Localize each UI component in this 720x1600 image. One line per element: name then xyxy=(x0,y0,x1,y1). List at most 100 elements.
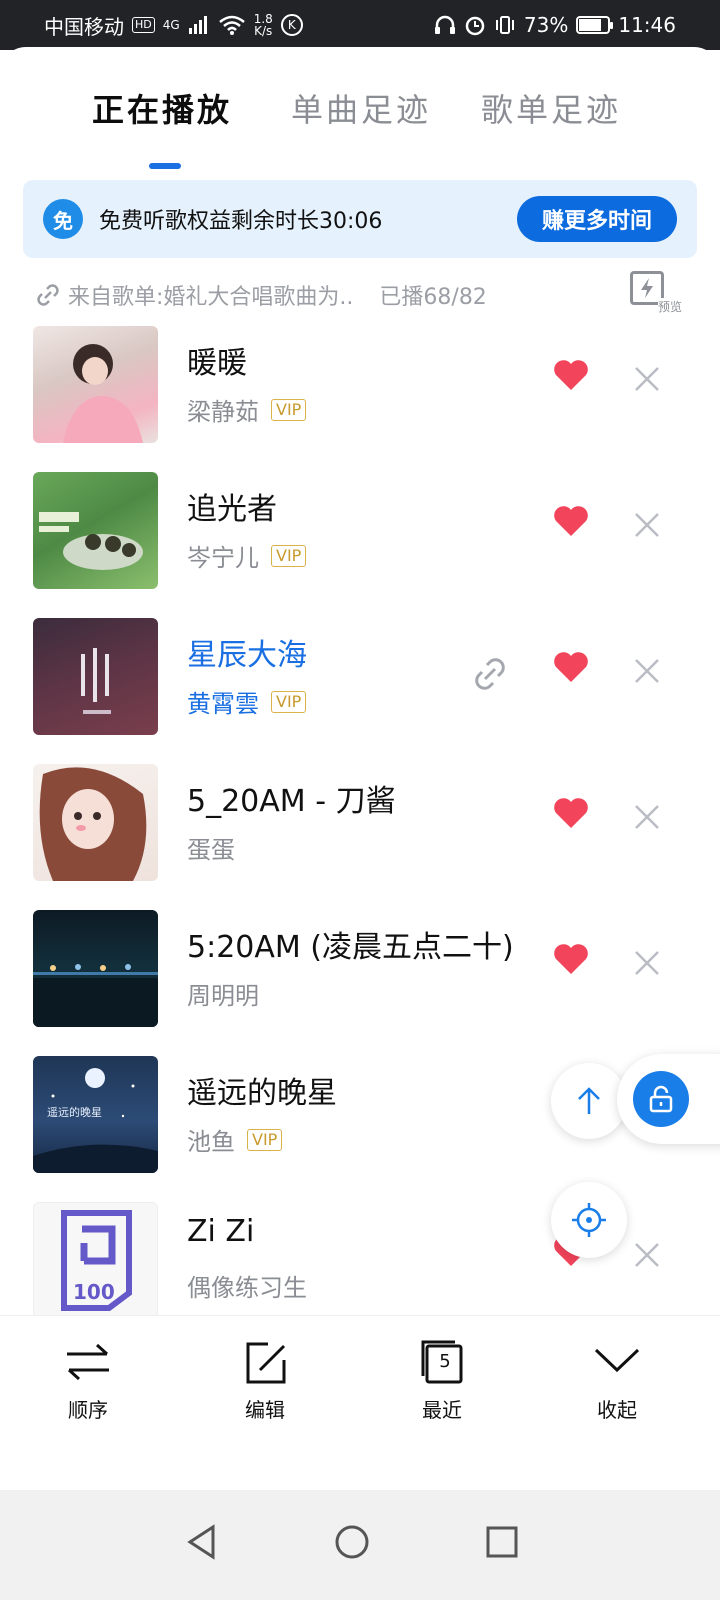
link-icon[interactable] xyxy=(470,654,510,694)
status-bar: 中国移动 HD 4G 1.8 K/s K 73% 11:46 xyxy=(0,0,720,50)
heart-icon[interactable] xyxy=(552,796,590,830)
song-title: 追光者 xyxy=(187,492,277,527)
tab-bar: 正在播放 单曲足迹 歌单足迹 xyxy=(0,85,720,169)
bottom-action-bar: 顺序 编辑 5 最近 收起 xyxy=(0,1315,720,1490)
unlock-icon xyxy=(649,1085,673,1113)
play-order-button[interactable]: 顺序 xyxy=(43,1340,133,1423)
hd-badge: HD xyxy=(132,17,155,33)
remove-icon[interactable] xyxy=(632,802,662,832)
signal-icon xyxy=(188,16,207,34)
tab-playlist-history[interactable]: 歌单足迹 xyxy=(481,85,621,131)
scroll-to-top-button[interactable] xyxy=(551,1063,627,1139)
song-artist: 偶像练习生 xyxy=(187,1268,307,1303)
playlist-source-row[interactable]: 来自歌单:婚礼大合唱歌曲为.. 已播68/82 预览 xyxy=(34,271,694,315)
artist-name: 偶像练习生 xyxy=(187,1274,307,1302)
headphones-icon xyxy=(434,15,455,34)
tab-song-history[interactable]: 单曲足迹 xyxy=(291,85,431,131)
song-artist: 岑宁儿 VIP xyxy=(187,538,307,573)
album-cover xyxy=(33,326,158,443)
song-artist: 池鱼 VIP xyxy=(187,1122,283,1157)
song-row[interactable]: 暖暖 梁静茹 VIP xyxy=(0,324,720,470)
song-title: Zi Zi xyxy=(187,1214,255,1249)
song-artist: 蛋蛋 xyxy=(187,830,235,865)
battery-icon xyxy=(576,16,614,34)
song-artist: 周明明 xyxy=(187,976,259,1011)
k-icon: K xyxy=(280,14,303,36)
nav-back-button[interactable] xyxy=(172,1512,232,1572)
album-cover xyxy=(33,910,158,1027)
edit-button[interactable]: 编辑 xyxy=(220,1340,310,1423)
artist-name: 周明明 xyxy=(187,982,259,1010)
lock-button[interactable] xyxy=(633,1071,689,1127)
alarm-icon xyxy=(465,16,485,36)
vibrate-icon xyxy=(495,16,514,34)
cover-script-text: 遥远的晚星 xyxy=(47,1105,102,1119)
album-cover xyxy=(33,472,158,589)
artist-name: 岑宁儿 xyxy=(187,544,259,572)
play-order-label: 顺序 xyxy=(68,1398,108,1422)
arrow-up-icon xyxy=(578,1087,600,1114)
heart-icon[interactable] xyxy=(552,650,590,684)
song-row[interactable]: 5_20AM - 刀酱 蛋蛋 xyxy=(0,762,720,908)
heart-icon[interactable] xyxy=(552,504,590,538)
vip-badge: VIP xyxy=(271,544,307,567)
locate-current-button[interactable] xyxy=(551,1182,627,1258)
net-speed: 1.8 K/s xyxy=(254,13,273,37)
source-playlist-name: 来自歌单:婚礼大合唱歌曲为.. xyxy=(68,285,354,310)
vip-badge: VIP xyxy=(271,690,307,713)
preview-label: 预览 xyxy=(657,298,682,315)
earn-more-time-button[interactable]: 赚更多时间 xyxy=(517,196,677,242)
song-title: 暖暖 xyxy=(187,346,247,381)
cover-number: 100 xyxy=(73,1280,115,1304)
collapse-label: 收起 xyxy=(597,1398,637,1422)
song-title: 遥远的晚星 xyxy=(187,1076,337,1111)
tab-now-playing[interactable]: 正在播放 xyxy=(92,85,232,131)
album-cover xyxy=(33,764,158,881)
song-row[interactable]: 追光者 岑宁儿 VIP xyxy=(0,470,720,616)
link-icon xyxy=(37,284,59,306)
edit-icon xyxy=(246,1342,286,1384)
remove-icon[interactable] xyxy=(632,364,662,394)
song-title: 5_20AM - 刀酱 xyxy=(187,784,396,819)
song-row-playing[interactable]: 星辰大海 黄霄雲 VIP xyxy=(0,616,720,762)
song-row[interactable]: 5:20AM (凌晨五点二十) 周明明 xyxy=(0,908,720,1054)
net-speed-unit: K/s xyxy=(254,24,273,38)
recent-button[interactable]: 5 最近 xyxy=(397,1340,487,1423)
clock: 11:46 xyxy=(618,13,676,37)
album-cover: 100 xyxy=(33,1202,158,1319)
system-nav-bar xyxy=(0,1490,720,1600)
carrier-label: 中国移动 xyxy=(44,14,124,39)
album-cover xyxy=(33,618,158,735)
recent-label: 最近 xyxy=(422,1398,462,1422)
remove-icon[interactable] xyxy=(632,948,662,978)
preview-button[interactable]: 预览 xyxy=(630,271,682,315)
recents-square-icon xyxy=(486,1526,518,1558)
song-artist: 梁静茹 VIP xyxy=(187,392,307,427)
played-count: 已播68/82 xyxy=(379,285,487,310)
home-circle-icon xyxy=(335,1525,369,1559)
tab-indicator xyxy=(149,163,181,169)
heart-icon[interactable] xyxy=(552,942,590,976)
artist-name: 梁静茹 xyxy=(187,398,259,426)
free-time-text: 免费听歌权益剩余时长30:06 xyxy=(99,209,383,234)
remove-icon[interactable] xyxy=(632,510,662,540)
artist-name: 蛋蛋 xyxy=(187,836,235,864)
free-icon: 免 xyxy=(43,199,83,239)
collapse-icon xyxy=(594,1348,640,1373)
remove-icon[interactable] xyxy=(632,1240,662,1270)
wifi-icon xyxy=(218,15,245,35)
vip-badge: VIP xyxy=(271,398,307,421)
remove-icon[interactable] xyxy=(632,656,662,686)
collapse-button[interactable]: 收起 xyxy=(572,1340,662,1423)
free-listen-banner: 免 免费听歌权益剩余时长30:06 赚更多时间 xyxy=(23,180,697,258)
song-artist: 黄霄雲 VIP xyxy=(187,684,307,719)
heart-icon[interactable] xyxy=(552,358,590,392)
artist-name: 黄霄雲 xyxy=(187,690,259,718)
nav-home-button[interactable] xyxy=(322,1512,382,1572)
album-cover: 遥远的晚星 xyxy=(33,1056,158,1173)
vip-badge: VIP xyxy=(247,1128,283,1151)
song-title: 5:20AM (凌晨五点二十) xyxy=(187,930,514,965)
playlist-sheet: 正在播放 单曲足迹 歌单足迹 免 免费听歌权益剩余时长30:06 赚更多时间 来… xyxy=(0,47,720,1520)
nav-recents-button[interactable] xyxy=(472,1512,532,1572)
song-title: 星辰大海 xyxy=(187,638,307,673)
